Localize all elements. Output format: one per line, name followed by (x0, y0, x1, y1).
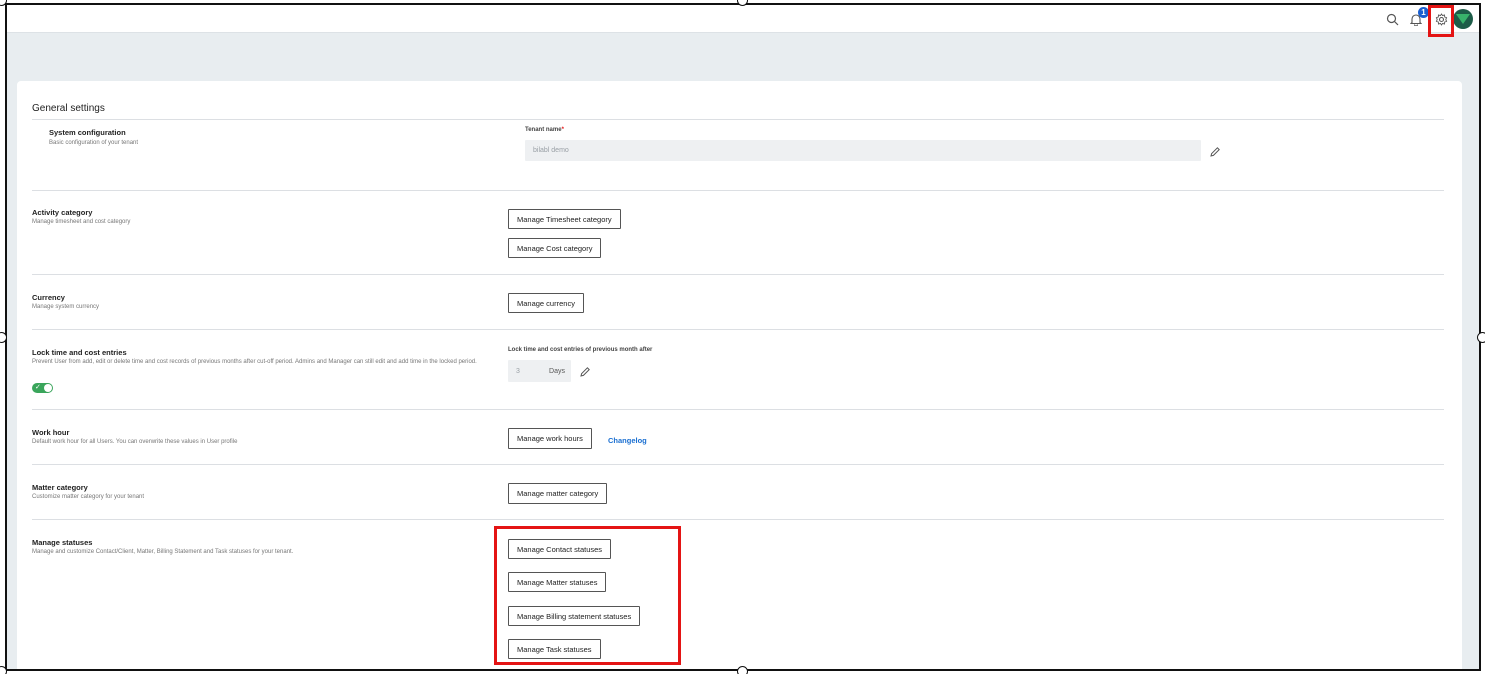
edit-lock-period-icon[interactable] (579, 365, 591, 377)
lock-period-unit: Days (549, 367, 565, 375)
lock-period-value: 3 (516, 367, 520, 375)
lock-period-label: Lock time and cost entries of previous m… (508, 347, 653, 353)
divider (32, 409, 1444, 410)
divider (32, 464, 1444, 465)
edit-tenant-name-icon[interactable] (1209, 145, 1221, 157)
search-icon[interactable] (1383, 10, 1401, 28)
frame-handle-bottom-center (737, 666, 748, 674)
activity-category-title: Activity category (32, 208, 93, 217)
lock-entries-desc: Prevent User from add, edit or delete ti… (32, 359, 477, 365)
currency-desc: Manage system currency (32, 304, 100, 310)
manage-statuses-desc: Manage and customize Contact/Client, Mat… (32, 549, 294, 555)
divider (32, 190, 1444, 191)
work-hour-title: Work hour (32, 428, 70, 437)
manage-matter-category-button[interactable]: Manage matter category (508, 483, 608, 504)
activity-category-desc: Manage timesheet and cost category (32, 219, 131, 225)
divider (32, 119, 1444, 120)
divider (32, 274, 1444, 275)
matter-category-desc: Customize matter category for your tenan… (32, 494, 145, 500)
divider (32, 329, 1444, 330)
lock-entries-title: Lock time and cost entries (32, 348, 127, 357)
general-settings-card: General settings System configuration Ba… (17, 81, 1462, 669)
work-hour-desc: Default work hour for all Users. You can… (32, 439, 238, 445)
system-config-desc: Basic configuration of your tenant (49, 140, 139, 146)
top-bar: 1 (7, 5, 1479, 33)
manage-currency-button[interactable]: Manage currency (508, 293, 584, 313)
user-avatar[interactable] (1453, 9, 1473, 29)
changelog-link[interactable]: Changelog (608, 436, 647, 445)
tenant-name-input[interactable]: bilabl demo (525, 140, 1201, 161)
bell-icon[interactable]: 1 (1407, 7, 1429, 28)
currency-title: Currency (32, 293, 65, 302)
card-title: General settings (32, 103, 105, 114)
matter-category-title: Matter category (32, 483, 88, 492)
app-window: 1 General settings System configuration … (5, 3, 1481, 671)
statuses-highlight-annotation (494, 526, 681, 665)
manage-timesheet-category-button[interactable]: Manage Timesheet category (508, 209, 621, 229)
manage-statuses-title: Manage statuses (32, 538, 93, 547)
tenant-name-label: Tenant name* (525, 127, 564, 133)
system-config-title: System configuration (49, 128, 126, 137)
lock-entries-toggle[interactable]: ✓ (32, 383, 53, 393)
lock-period-input[interactable]: 3 Days (508, 360, 571, 382)
frame-handle-middle-right (1477, 332, 1485, 343)
check-icon: ✓ (35, 384, 41, 391)
toggle-knob (44, 384, 52, 392)
settings-highlight-annotation (1428, 5, 1454, 37)
manage-work-hours-button[interactable]: Manage work hours (508, 428, 592, 449)
manage-cost-category-button[interactable]: Manage Cost category (508, 238, 602, 258)
divider (32, 519, 1444, 520)
